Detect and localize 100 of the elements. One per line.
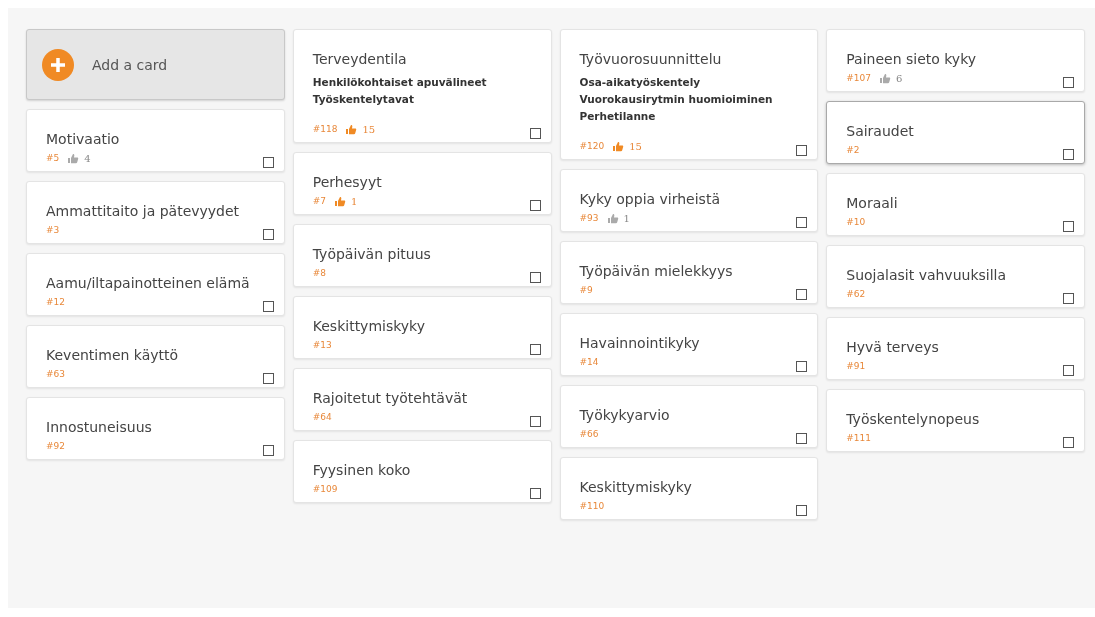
card-title: Terveydentila [312, 50, 408, 68]
checkbox[interactable] [262, 372, 274, 384]
card-title: Havainnointikyky [579, 334, 701, 352]
checkbox[interactable] [1063, 292, 1074, 304]
card-number: #7 [312, 196, 327, 206]
card[interactable]: Suojalasit vahvuuksilla #62 [826, 245, 1085, 308]
subitem-text: Henkilökohtaiset apuvälineet [312, 75, 488, 90]
card-number: #3 [46, 225, 60, 235]
card-number: #8 [312, 268, 327, 278]
card-number: #62 [846, 289, 866, 299]
card-title: Keskittymiskyky [312, 317, 426, 335]
card-title: Työvuorosuunnittelu [579, 50, 723, 68]
subitem-text: Vuorokausirytmin huomioiminen [579, 92, 774, 107]
checkbox[interactable] [796, 504, 808, 516]
card-title: Ammattitaito ja pätevyydet [46, 202, 241, 220]
card-title: Sairaudet [846, 122, 915, 140]
card-number: #5 [46, 153, 60, 163]
card[interactable]: Moraali #10 [826, 173, 1085, 236]
checkbox[interactable] [796, 216, 808, 228]
like-count: 4 [84, 152, 91, 164]
card-number: #91 [846, 361, 866, 371]
card-number: #92 [46, 441, 65, 451]
subitem-text: Työskentelytavat [312, 92, 415, 107]
checkbox[interactable] [1063, 364, 1074, 376]
checkbox[interactable] [1063, 76, 1074, 88]
card-number: #118 [312, 124, 338, 134]
checkbox[interactable] [529, 127, 541, 139]
card[interactable]: Terveydentila Henkilökohtaiset apuvälineet Työskentelytavat #118 15 [292, 29, 552, 143]
card-number: #14 [579, 357, 599, 367]
card-title: Kyky oppia virheistä [579, 190, 721, 208]
card[interactable]: Keskittymiskyky #13 [292, 296, 552, 359]
checkbox[interactable] [529, 415, 541, 427]
checkbox[interactable] [262, 228, 274, 240]
card[interactable]: Työkykyarvio #66 [559, 385, 819, 448]
card[interactable]: Työpäivän pituus #8 [292, 224, 552, 287]
card[interactable]: Keventimen käyttö #63 [26, 325, 285, 388]
card-title: Moraali [846, 194, 899, 212]
card-title: Aamu/iltapainotteinen elämä [46, 274, 251, 292]
card[interactable]: Motivaatio #5 4 [26, 109, 285, 172]
card-number: #12 [46, 297, 65, 307]
checkbox[interactable] [529, 487, 541, 499]
card-title: Työskentelynopeus [846, 410, 981, 428]
checkbox[interactable] [796, 360, 808, 372]
checkbox[interactable] [1063, 436, 1074, 448]
card[interactable]: Sairaudet #2 [826, 101, 1085, 164]
subitem-text: Perhetilanne [579, 109, 657, 124]
card[interactable]: Kyky oppia virheistä #93 1 [559, 169, 819, 232]
checkbox[interactable] [529, 199, 541, 211]
card-title: Hyvä terveys [846, 338, 940, 356]
like-count: 1 [351, 195, 358, 207]
checkbox[interactable] [796, 144, 808, 156]
checkbox[interactable] [529, 343, 541, 355]
card[interactable]: Työvuorosuunnittelu Osa-aikatyöskentely Vuorokausirytmin huomioiminen Perhetilanne #120 15 [559, 29, 819, 160]
card[interactable]: Perhesyyt #7 1 [292, 152, 552, 215]
checkbox[interactable] [262, 444, 274, 456]
like-count: 15 [362, 123, 376, 135]
like-count: 6 [896, 72, 903, 84]
card[interactable]: Innostuneisuus #92 [26, 397, 285, 460]
like-count: 1 [623, 212, 630, 224]
checkbox[interactable] [1063, 148, 1074, 160]
card-title: Motivaatio [46, 130, 121, 148]
checkbox[interactable] [262, 156, 274, 168]
card-number: #111 [846, 433, 871, 443]
card[interactable]: Työpäivän mielekkyys #9 [559, 241, 819, 304]
card[interactable]: Havainnointikyky #14 [559, 313, 819, 376]
card[interactable]: Rajoitetut työtehtävät #64 [292, 368, 552, 431]
card-number: #93 [579, 213, 599, 223]
card-number: #2 [846, 145, 860, 155]
card-number: #109 [312, 484, 338, 494]
add-card-button[interactable]: Add a card [26, 29, 285, 100]
plus-icon [42, 48, 74, 81]
card-title: Rajoitetut työtehtävät [312, 389, 469, 407]
checkbox[interactable] [796, 288, 808, 300]
subitem-text: Osa-aikatyöskentely [579, 75, 702, 90]
card[interactable]: Keskittymiskyky #110 [559, 457, 819, 520]
card-number: #107 [846, 73, 871, 83]
card-title: Perhesyyt [312, 173, 383, 191]
card[interactable]: Aamu/iltapainotteinen elämä #12 [26, 253, 285, 316]
card-title: Keskittymiskyky [579, 478, 693, 496]
card-title: Työkykyarvio [579, 406, 671, 424]
card-number: #66 [579, 429, 599, 439]
card-title: Työpäivän mielekkyys [579, 262, 734, 280]
checkbox[interactable] [1063, 220, 1074, 232]
checkbox[interactable] [529, 271, 541, 283]
card-title: Keventimen käyttö [46, 346, 180, 364]
card[interactable]: Ammattitaito ja pätevyydet #3 [26, 181, 285, 244]
checkbox[interactable] [262, 300, 274, 312]
card[interactable]: Työskentelynopeus #111 [826, 389, 1085, 452]
card[interactable]: Paineen sieto kyky #107 6 [826, 29, 1085, 92]
card-title: Fyysinen koko [312, 461, 412, 479]
card-number: #64 [312, 412, 332, 422]
card-title: Työpäivän pituus [312, 245, 432, 263]
card-title: Suojalasit vahvuuksilla [846, 266, 1008, 284]
card[interactable]: Fyysinen koko #109 [292, 440, 552, 503]
card-title: Paineen sieto kyky [846, 50, 978, 68]
card-number: #63 [46, 369, 65, 379]
checkbox[interactable] [796, 432, 808, 444]
like-count: 15 [629, 140, 642, 152]
card-number: #13 [312, 340, 332, 350]
card[interactable]: Hyvä terveys #91 [826, 317, 1085, 380]
